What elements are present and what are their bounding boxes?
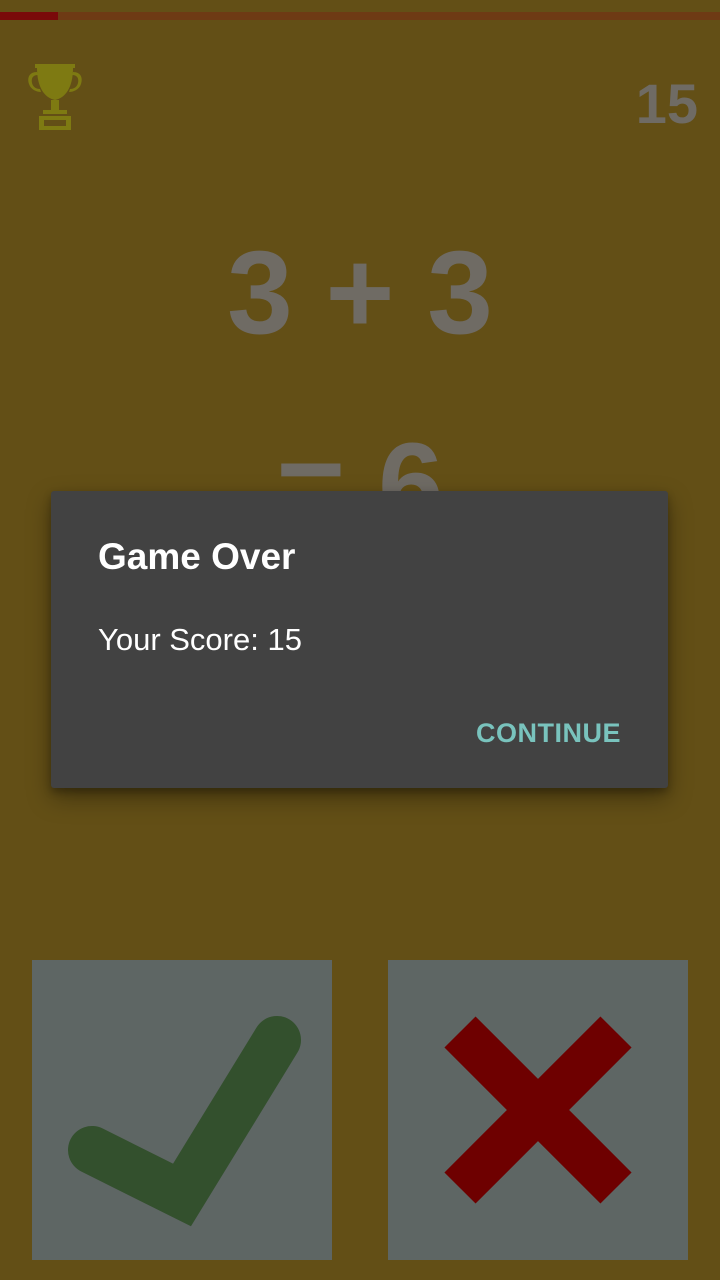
score-display: 15: [635, 72, 698, 135]
continue-button[interactable]: CONTINUE: [476, 713, 621, 753]
trophy-icon[interactable]: [27, 62, 83, 132]
correct-answer-button[interactable]: [32, 960, 332, 1260]
game-over-dialog: Game Over Your Score: 15 CONTINUE: [51, 491, 668, 788]
dialog-message: Your Score: 15: [98, 622, 302, 657]
cross-icon: [444, 1016, 632, 1204]
timer-progress-fill: [0, 12, 58, 20]
equation-text: 3 + 3: [227, 227, 493, 359]
dialog-title: Game Over: [98, 536, 296, 577]
checkmark-icon: [68, 1016, 301, 1227]
timer-progress-bar: [0, 12, 720, 20]
wrong-answer-button[interactable]: [388, 960, 688, 1260]
